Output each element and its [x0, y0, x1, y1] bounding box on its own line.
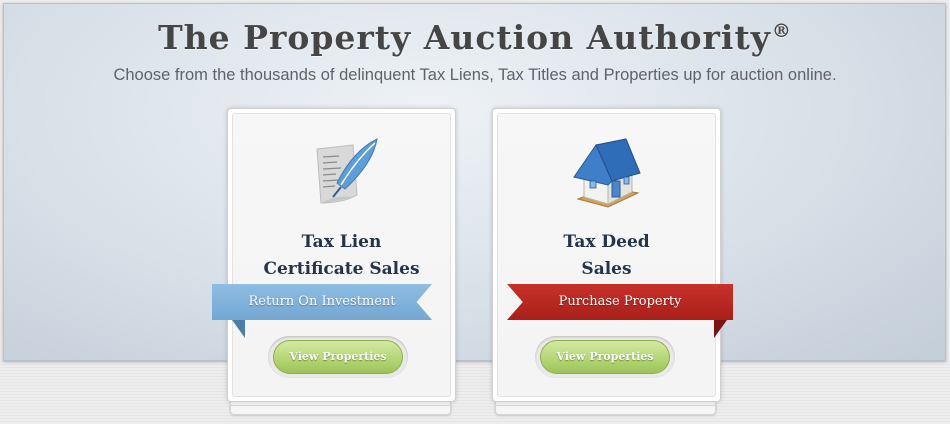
registered-mark: ®	[771, 20, 792, 42]
card-stack-layer	[230, 405, 451, 415]
page-background	[0, 360, 950, 424]
button-ring: View Properties	[535, 336, 675, 378]
ribbon-purchase-property: Purchase Property	[507, 284, 733, 320]
page-subtitle: Choose from the thousands of delinquent …	[113, 66, 837, 84]
view-properties-button[interactable]: View Properties	[273, 340, 403, 374]
ribbon-fold	[232, 320, 245, 338]
card-title: Tax Lien Certificate Sales	[263, 232, 420, 279]
card-stack-layer	[495, 405, 716, 415]
button-ring: View Properties	[268, 336, 408, 378]
tax-deed-card: Tax Deed Sales Purchase Property View Pr…	[492, 108, 733, 415]
quill-document-icon	[303, 137, 381, 213]
view-properties-button[interactable]: View Properties	[540, 340, 670, 374]
card-title: Tax Deed Sales	[563, 232, 650, 279]
page-title: The Property Auction Authority®	[158, 18, 792, 57]
tax-lien-card: Tax Lien Certificate Sales Return On Inv…	[212, 108, 456, 415]
ribbon-return-on-investment: Return On Investment	[212, 284, 432, 320]
house-icon	[568, 137, 646, 213]
ribbon-fold	[714, 320, 727, 338]
